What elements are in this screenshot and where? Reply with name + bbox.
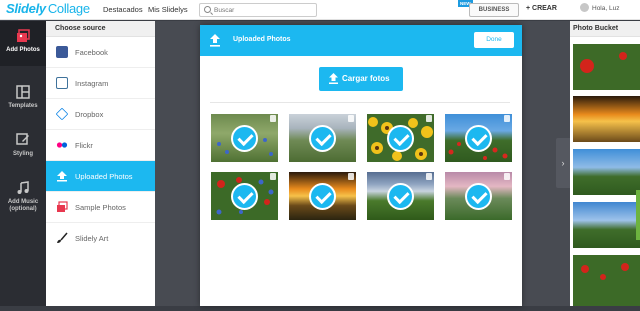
slidely-logo[interactable]: Slidely Collage (6, 1, 90, 16)
logo-sub: Collage (47, 1, 90, 16)
rail-styling[interactable]: Styling (0, 125, 46, 170)
top-bar: SlidelyCollage Destacados Mis Slidelys N… (0, 0, 640, 20)
rail-label: Add Music (optional) (7, 199, 39, 212)
uploaded-photos-modal: Uploaded Photos Done Cargar fotos (200, 25, 522, 306)
source-label: Dropbox (75, 110, 104, 119)
rail-label: Styling (12, 151, 33, 157)
divider (210, 102, 510, 103)
tool-rail: Add Photos Templates Styling Add Music (… (0, 21, 46, 306)
modal-header: Uploaded Photos Done (200, 25, 522, 56)
photo-bucket-title: Photo Bucket (570, 21, 640, 37)
selected-check-icon[interactable] (231, 125, 258, 152)
photo-thumb[interactable] (289, 172, 356, 220)
trash-icon[interactable] (348, 115, 354, 122)
dropbox-icon (55, 107, 69, 121)
bucket-photo[interactable] (573, 149, 640, 195)
trash-icon[interactable] (426, 115, 432, 122)
trash-icon[interactable] (348, 173, 354, 180)
rail-add-music[interactable]: Add Music (optional) (0, 173, 46, 229)
business-button[interactable]: BUSINESS (469, 3, 519, 17)
source-label: Slidely Art (75, 234, 109, 243)
nav-destacados[interactable]: Destacados (103, 5, 143, 14)
photo-thumb[interactable] (445, 114, 512, 162)
selected-check-icon[interactable] (231, 183, 258, 210)
instagram-icon (56, 77, 68, 89)
photo-thumb[interactable] (367, 172, 434, 220)
selected-check-icon[interactable] (387, 125, 414, 152)
photo-thumb[interactable] (367, 114, 434, 162)
rail-templates[interactable]: Templates (0, 77, 46, 122)
search-box[interactable] (199, 3, 317, 17)
search-input[interactable] (214, 5, 314, 15)
done-button[interactable]: Done (474, 32, 514, 48)
bucket-photo[interactable] (573, 255, 640, 306)
avatar[interactable] (580, 3, 589, 12)
styling-icon (16, 133, 29, 145)
trash-icon[interactable] (504, 115, 510, 122)
add-photos-icon (17, 29, 30, 42)
trash-icon[interactable] (270, 115, 276, 122)
upload-icon (329, 73, 338, 84)
selected-check-icon[interactable] (465, 183, 492, 210)
source-label: Flickr (75, 141, 93, 150)
trash-icon[interactable] (270, 173, 276, 180)
facebook-icon (56, 46, 68, 58)
source-label: Sample Photos (75, 203, 126, 212)
rail-label: Add Photos (6, 47, 40, 53)
rail-add-photos[interactable]: Add Photos (0, 21, 46, 66)
user-greeting[interactable]: Hola, Luz (592, 5, 619, 12)
templates-icon (16, 85, 30, 99)
modal-title: Uploaded Photos (233, 36, 291, 43)
trash-icon[interactable] (426, 173, 432, 180)
source-panel: Choose source Facebook Instagram Dropbox… (46, 21, 155, 306)
source-slidely-art[interactable]: Slidely Art (46, 223, 155, 254)
source-label: Instagram (75, 79, 109, 88)
create-button[interactable]: + CREAR (526, 5, 557, 12)
bucket-scrollbar[interactable] (636, 190, 640, 240)
trash-icon[interactable] (504, 173, 510, 180)
bucket-photo[interactable] (573, 202, 640, 248)
music-icon (17, 181, 29, 194)
selected-check-icon[interactable] (309, 183, 336, 210)
source-dropbox[interactable]: Dropbox (46, 99, 155, 130)
photo-thumb[interactable] (211, 114, 278, 162)
chevron-right-icon[interactable]: › (556, 138, 570, 188)
selected-check-icon[interactable] (387, 183, 414, 210)
bucket-photo[interactable] (573, 44, 640, 90)
brush-icon (56, 232, 68, 244)
photo-bucket: Photo Bucket (570, 21, 640, 306)
selected-check-icon[interactable] (309, 125, 336, 152)
upload-icon (210, 34, 220, 47)
rail-label: Templates (8, 103, 38, 109)
logo-main: Slidely (6, 1, 46, 16)
source-sample-photos[interactable]: Sample Photos (46, 192, 155, 223)
nav-mis-slidelys[interactable]: Mis Slidelys (148, 5, 188, 14)
source-facebook[interactable]: Facebook (46, 37, 155, 68)
source-label: Facebook (75, 48, 108, 57)
source-panel-title: Choose source (46, 21, 155, 37)
source-label: Uploaded Photos (75, 172, 133, 181)
source-uploaded-photos[interactable]: Uploaded Photos (46, 161, 155, 192)
upload-photos-label: Cargar fotos (342, 74, 390, 83)
source-instagram[interactable]: Instagram (46, 68, 155, 99)
bucket-photo[interactable] (573, 96, 640, 142)
upload-photos-button[interactable]: Cargar fotos (319, 67, 403, 91)
upload-icon (56, 170, 68, 182)
flickr-icon (56, 139, 68, 151)
search-icon (204, 6, 211, 13)
photo-thumb[interactable] (289, 114, 356, 162)
photo-thumb[interactable] (211, 172, 278, 220)
photo-thumb[interactable] (445, 172, 512, 220)
selected-check-icon[interactable] (465, 125, 492, 152)
source-flickr[interactable]: Flickr (46, 130, 155, 161)
sample-photos-icon (56, 201, 68, 213)
